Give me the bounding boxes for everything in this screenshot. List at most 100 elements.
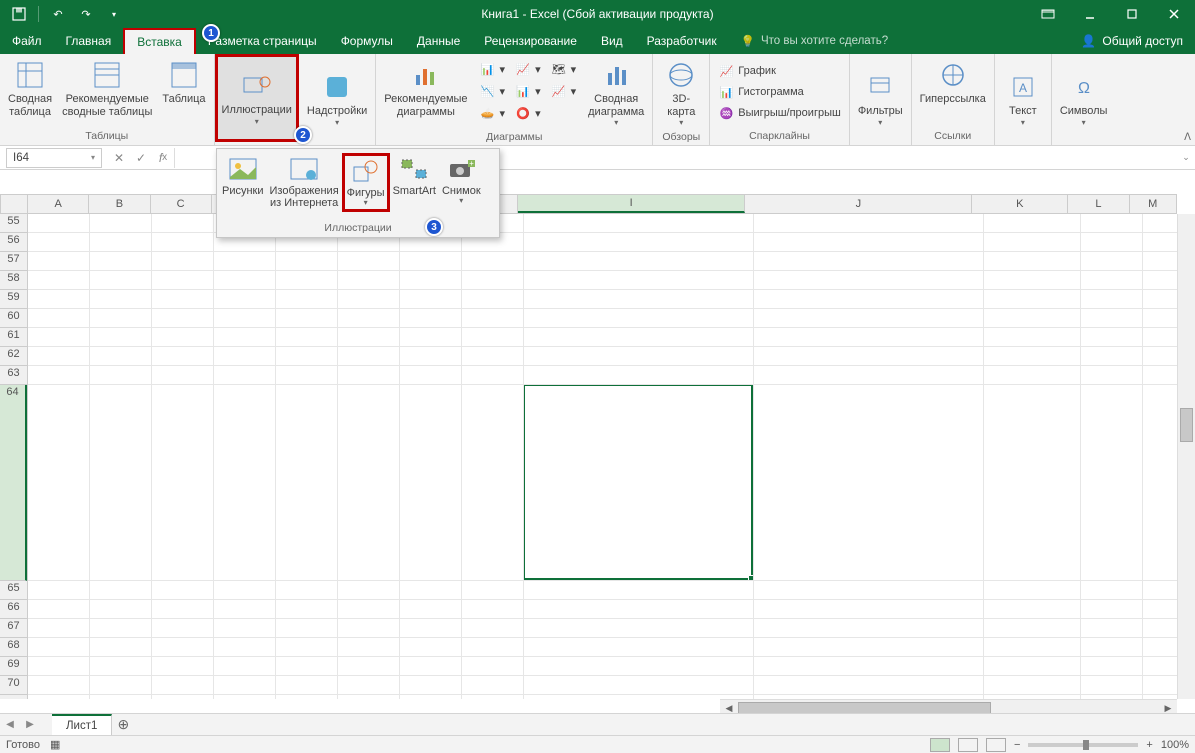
zoom-out-button[interactable]: − <box>1014 739 1020 751</box>
collapse-ribbon-button[interactable]: ᐱ <box>1184 132 1191 143</box>
ribbon-symbols-wrap: Ω Символы <box>1052 54 1116 145</box>
callout-badge-3: 3 <box>425 218 443 236</box>
save-button[interactable] <box>8 3 30 25</box>
chart-type-7[interactable]: 🥧▾ <box>476 103 510 123</box>
column-header-K[interactable]: K <box>972 195 1068 213</box>
row-headers[interactable]: 55565758596061626364656667686970 <box>0 214 28 699</box>
tell-me-search[interactable]: 💡 Что вы хотите сделать? <box>741 28 888 54</box>
tab-file[interactable]: Файл <box>0 28 54 54</box>
close-button[interactable] <box>1153 0 1195 28</box>
minimize-button[interactable] <box>1069 0 1111 28</box>
row-header-64[interactable]: 64 <box>0 385 27 581</box>
page-break-view-button[interactable] <box>986 738 1006 752</box>
smartart-button[interactable]: SmartArt <box>390 153 439 199</box>
chevron-down-icon <box>459 197 463 206</box>
chart-type-4[interactable]: 📉▾ <box>476 81 510 101</box>
page-layout-view-button[interactable] <box>958 738 978 752</box>
enter-formula-button[interactable]: ✓ <box>130 147 152 169</box>
pivot-table-button[interactable]: Сводная таблица <box>4 57 56 120</box>
shapes-button[interactable]: Фигуры <box>342 153 390 212</box>
recommended-pivot-button[interactable]: Рекомендуемые сводные таблицы <box>58 57 156 120</box>
row-header-62[interactable]: 62 <box>0 347 27 366</box>
row-header-58[interactable]: 58 <box>0 271 27 290</box>
column-header-I[interactable]: I <box>518 195 745 213</box>
share-button[interactable]: 👤 Общий доступ <box>1069 28 1195 54</box>
row-header-57[interactable]: 57 <box>0 252 27 271</box>
select-all-button[interactable] <box>0 194 28 214</box>
vertical-scrollbar[interactable] <box>1177 214 1195 699</box>
ribbon-options-button[interactable] <box>1027 0 1069 28</box>
row-header-61[interactable]: 61 <box>0 328 27 347</box>
column-header-L[interactable]: L <box>1068 195 1129 213</box>
sparkline-winloss-button[interactable]: ♒Выигрыш/проигрыш <box>714 103 845 123</box>
chart-type-6[interactable]: 📈▾ <box>547 81 581 101</box>
column-header-C[interactable]: C <box>151 195 212 213</box>
row-header-69[interactable]: 69 <box>0 657 27 676</box>
table-button[interactable]: Таблица <box>158 57 209 108</box>
row-header-56[interactable]: 56 <box>0 233 27 252</box>
column-header-M[interactable]: M <box>1130 195 1177 213</box>
symbols-button[interactable]: Ω Символы <box>1056 57 1112 141</box>
zoom-level[interactable]: 100% <box>1161 739 1189 751</box>
text-button[interactable]: A Текст <box>999 57 1047 141</box>
tab-view[interactable]: Вид <box>589 28 635 54</box>
expand-formula-bar[interactable]: ⌄ <box>1177 152 1195 163</box>
row-header-55[interactable]: 55 <box>0 214 27 233</box>
macro-record-icon[interactable]: ▦ <box>50 738 60 751</box>
row-header-65[interactable]: 65 <box>0 581 27 600</box>
ribbon-filters-wrap: Фильтры <box>850 54 912 145</box>
zoom-in-button[interactable]: + <box>1146 739 1152 751</box>
zoom-slider[interactable] <box>1028 743 1138 747</box>
ribbon-group-charts: Рекомендуемые диаграммы 📊▾ 📈▾ 🗺▾ 📉▾ 📊▾ 📈… <box>376 54 653 145</box>
row-header-66[interactable]: 66 <box>0 600 27 619</box>
row-header-68[interactable]: 68 <box>0 638 27 657</box>
maximize-button[interactable] <box>1111 0 1153 28</box>
sparkline-column-button[interactable]: 📊Гистограмма <box>714 82 808 102</box>
addins-button[interactable]: Надстройки <box>303 57 371 141</box>
row-header-60[interactable]: 60 <box>0 309 27 328</box>
pictures-button[interactable]: Рисунки <box>219 153 267 199</box>
tab-formulas[interactable]: Формулы <box>329 28 405 54</box>
filters-button[interactable]: Фильтры <box>854 57 907 141</box>
cells-area[interactable] <box>28 214 1177 699</box>
online-pictures-button[interactable]: Изображения из Интернета <box>267 153 342 211</box>
sparkline-line-button[interactable]: 📈График <box>714 61 780 81</box>
row-header-63[interactable]: 63 <box>0 366 27 385</box>
sheet-nav-next[interactable]: ▶ <box>20 715 40 735</box>
chart-type-3[interactable]: 🗺▾ <box>547 59 581 79</box>
column-header-B[interactable]: B <box>89 195 150 213</box>
sheet-nav-prev[interactable]: ◀ <box>0 715 20 735</box>
chart-type-1[interactable]: 📊▾ <box>476 59 510 79</box>
column-headers[interactable]: ABCDEFGHIJKLM <box>28 194 1177 214</box>
row-header-67[interactable]: 67 <box>0 619 27 638</box>
tab-review[interactable]: Рецензирование <box>472 28 589 54</box>
row-header-59[interactable]: 59 <box>0 290 27 309</box>
name-box[interactable]: I64▾ <box>6 148 102 168</box>
fx-button[interactable]: fx <box>152 147 174 169</box>
sheet-tab-1[interactable]: Лист1 <box>52 714 112 736</box>
chart-type-8[interactable]: ⭕▾ <box>511 103 545 123</box>
line-icon: 📈 <box>718 63 734 79</box>
tab-insert[interactable]: Вставка <box>123 28 196 54</box>
normal-view-button[interactable] <box>930 738 950 752</box>
recommended-charts-button[interactable]: Рекомендуемые диаграммы <box>380 57 471 120</box>
new-sheet-button[interactable]: ⊕ <box>112 716 134 733</box>
hyperlink-button[interactable]: Гиперссылка <box>916 57 990 108</box>
cancel-formula-button[interactable]: ✕ <box>108 147 130 169</box>
tab-home[interactable]: Главная <box>54 28 124 54</box>
tab-data[interactable]: Данные <box>405 28 472 54</box>
3d-map-button[interactable]: 3D- карта <box>657 57 705 129</box>
pivot-chart-button[interactable]: Сводная диаграмма <box>584 57 648 129</box>
redo-button[interactable]: ↷ <box>75 3 97 25</box>
screenshot-button[interactable]: + Снимок <box>439 153 484 208</box>
column-header-J[interactable]: J <box>745 195 972 213</box>
tab-developer[interactable]: Разработчик <box>635 28 729 54</box>
chart-type-5[interactable]: 📊▾ <box>511 81 545 101</box>
qat-customize[interactable]: ▾ <box>103 3 125 25</box>
undo-button[interactable]: ↶ <box>47 3 69 25</box>
chart-type-2[interactable]: 📈▾ <box>511 59 545 79</box>
illustrations-button[interactable]: Иллюстрации <box>215 54 299 142</box>
row-header-70[interactable]: 70 <box>0 676 27 695</box>
worksheet-grid[interactable]: ABCDEFGHIJKLM 55565758596061626364656667… <box>0 170 1195 717</box>
column-header-A[interactable]: A <box>28 195 89 213</box>
